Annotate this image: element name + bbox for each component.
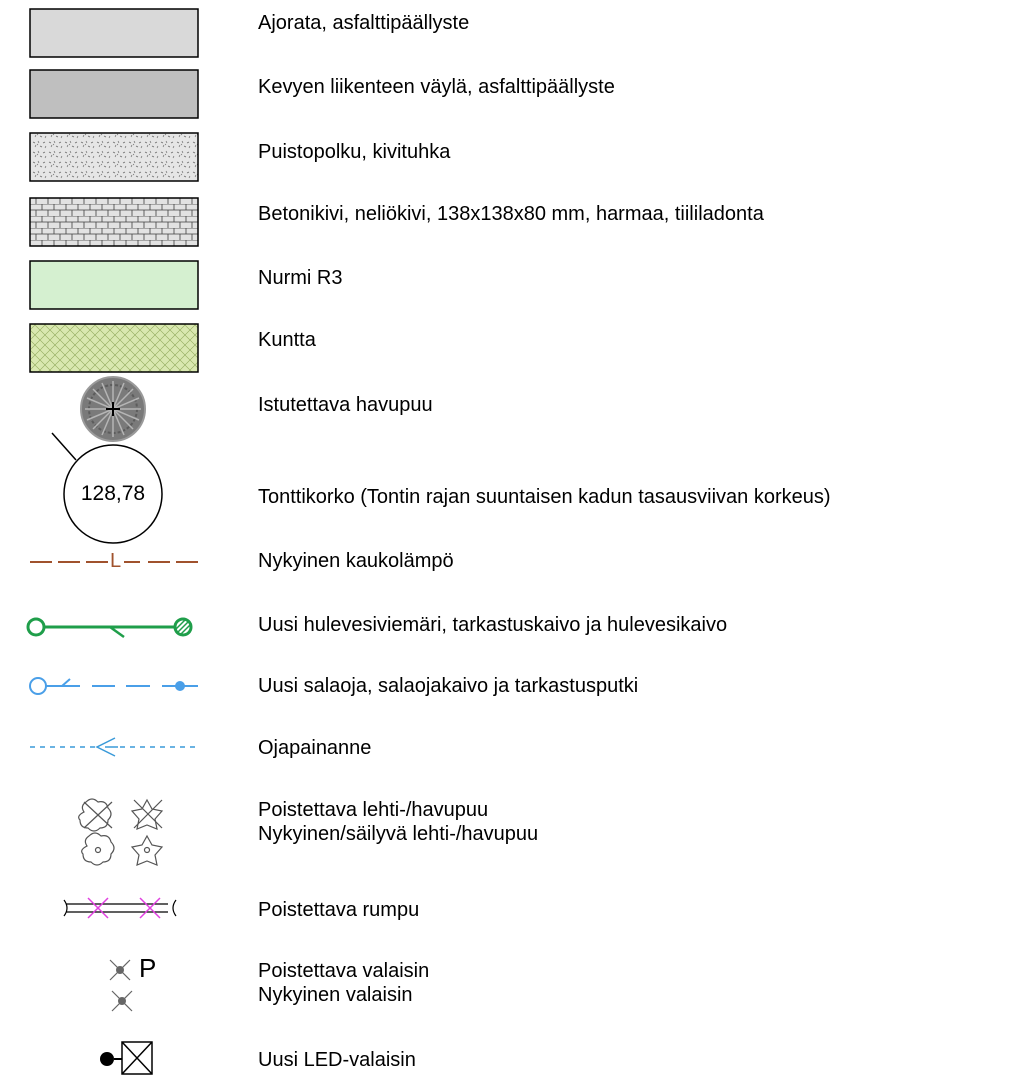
label-planted-conifer: Istutettava havupuu	[258, 394, 433, 416]
label-park-path: Puistopolku, kivituhka	[258, 141, 451, 163]
label-storm-sewer: Uusi hulevesiviemäri, tarkastuskaivo ja …	[258, 614, 728, 636]
label-lamp-existing: Nykyinen valaisin	[258, 984, 413, 1006]
plot-elevation-value: 128,78	[80, 482, 146, 505]
culvert-icon	[63, 897, 177, 919]
ditch-icon	[30, 737, 198, 757]
lamp-existing-icon	[111, 990, 133, 1012]
lamp-marker-letter: P	[139, 953, 157, 983]
lawn-swatch	[29, 260, 199, 310]
label-trees-remove: Poistettava lehti-/havupuu	[258, 799, 489, 821]
park-path-swatch	[29, 132, 199, 182]
label-trees-existing: Nykyinen/säilyvä lehti-/havupuu	[258, 823, 539, 845]
label-drain: Uusi salaoja, salaojakaivo ja tarkastusp…	[258, 675, 639, 697]
label-light-traffic: Kevyen liikenteen väylä, asfalttipäällys…	[258, 76, 615, 98]
concrete-paver-swatch	[29, 197, 199, 247]
label-led-lamp: Uusi LED-valaisin	[258, 1049, 416, 1071]
label-culvert: Poistettava rumpu	[258, 899, 420, 921]
storm-sewer-icon	[26, 617, 193, 639]
conifer-icon	[80, 376, 146, 442]
label-ditch: Ojapainanne	[258, 737, 372, 759]
label-lawn: Nurmi R3	[258, 267, 343, 289]
label-lamp-remove: Poistettava valaisin	[258, 960, 430, 982]
meadow-swatch	[29, 323, 199, 373]
label-concrete-paver: Betonikivi, neliökivi, 138x138x80 mm, ha…	[258, 203, 764, 225]
label-trees: Poistettava lehti-/havupuu Nykyinen/säil…	[258, 798, 538, 846]
lamp-remove-icon	[109, 959, 131, 981]
district-heating-letter: L	[110, 550, 122, 572]
drain-icon	[29, 677, 198, 695]
legend-symbols	[26, 8, 199, 1075]
asphalt-road-swatch	[29, 8, 199, 58]
label-lamps: Poistettava valaisin Nykyinen valaisin	[258, 959, 429, 1007]
led-lamp-icon	[100, 1041, 153, 1075]
label-asphalt-road: Ajorata, asfalttipäällyste	[258, 12, 470, 34]
label-meadow: Kuntta	[258, 329, 316, 351]
tree-symbols-icon	[78, 798, 164, 866]
label-district-heating: Nykyinen kaukolämpö	[258, 550, 454, 572]
light-traffic-swatch	[29, 69, 199, 119]
label-plot-elevation: Tonttikorko (Tontin rajan suuntaisen kad…	[258, 486, 831, 508]
